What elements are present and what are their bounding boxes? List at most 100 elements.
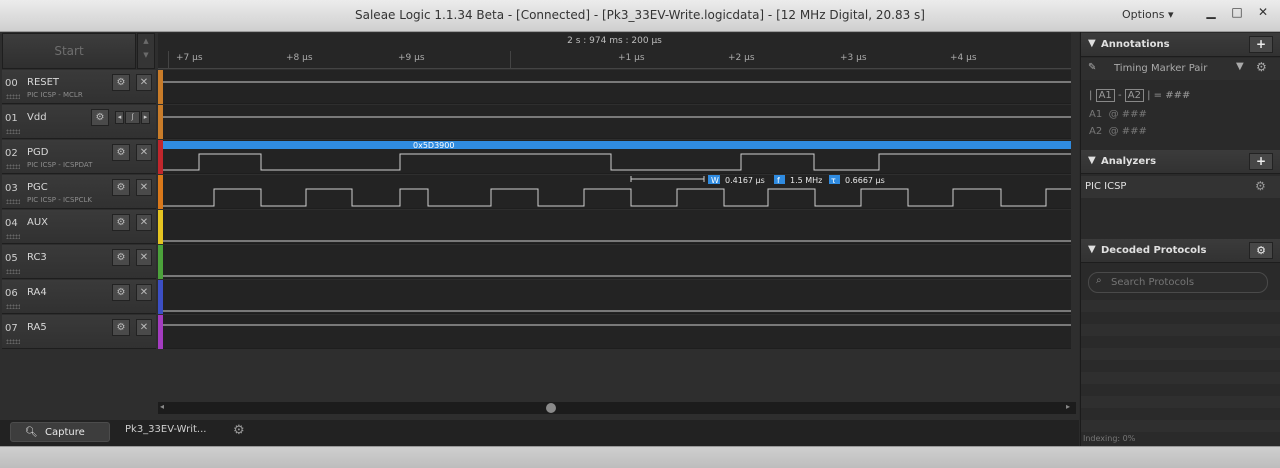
timeline-ruler[interactable]: 2 s : 974 ms : 200 μs +7 μs +8 μs +9 μs … — [158, 33, 1071, 69]
formula-value: = ### — [1153, 90, 1191, 101]
channel-row[interactable]: 06 RA4 ⚙ ✕ — [2, 280, 156, 314]
tick-label: +4 μs — [950, 53, 977, 63]
start-scroll[interactable]: ▲ ▼ — [137, 33, 155, 69]
a1-row: A1 @ ### — [1089, 109, 1147, 120]
channel-number: 00 — [5, 78, 18, 89]
analyzer-item[interactable]: PIC ICSP ⚙ — [1081, 176, 1280, 198]
analyzers-title: Analyzers — [1101, 156, 1157, 167]
decoded-protocols-title: Decoded Protocols — [1101, 245, 1207, 256]
options-menu[interactable]: Options ▾ — [1122, 8, 1173, 21]
scroll-left-icon[interactable]: ◂ — [160, 402, 164, 411]
waveform-row[interactable] — [163, 315, 1071, 349]
add-annotation-button[interactable]: + — [1249, 36, 1273, 53]
gear-icon[interactable]: ⚙ — [112, 319, 130, 336]
waveform-row[interactable] — [163, 280, 1071, 314]
waveform-row[interactable] — [163, 70, 1071, 104]
close-icon[interactable]: ✕ — [136, 284, 152, 301]
waveform-row[interactable] — [163, 245, 1071, 279]
gear-icon[interactable]: ⚙ — [233, 423, 245, 438]
collapse-icon[interactable]: ▼ — [1088, 38, 1096, 49]
drag-handle-icon[interactable] — [6, 199, 20, 204]
gear-icon[interactable]: ⚙ — [112, 144, 130, 161]
waveform-row[interactable] — [163, 210, 1071, 244]
tab-capture[interactable]: 🔍︎ Capture — [10, 422, 110, 442]
scroll-thumb[interactable] — [546, 403, 556, 413]
drag-handle-icon[interactable] — [6, 129, 20, 134]
drag-handle-icon[interactable] — [6, 304, 20, 309]
tab-file[interactable]: Pk3_33EV-Writ... — [125, 424, 206, 435]
maximize-icon[interactable]: □ — [1226, 3, 1248, 23]
collapse-icon[interactable]: ▼ — [1088, 244, 1096, 255]
pin-icon[interactable]: ✎ — [1088, 62, 1096, 73]
minimize-icon[interactable]: ▁ — [1200, 3, 1222, 23]
trigger-right-icon[interactable]: ▸ — [141, 111, 150, 124]
decoded-protocols-header[interactable]: ▼ Decoded Protocols ⚙ — [1081, 239, 1280, 263]
channel-row[interactable]: 07 RA5 ⚙ ✕ — [2, 315, 156, 349]
start-button[interactable]: Start — [2, 33, 136, 69]
channel-row[interactable]: 04 AUX ⚙ ✕ — [2, 210, 156, 244]
collapse-icon[interactable]: ▼ — [1088, 155, 1096, 166]
tick-label: +1 μs — [618, 53, 645, 63]
analyzers-header[interactable]: ▼ Analyzers + — [1081, 150, 1280, 174]
a1-label: A1 — [1089, 109, 1103, 120]
drag-handle-icon[interactable] — [6, 234, 20, 239]
annotations-header[interactable]: ▼ Annotations + — [1081, 33, 1280, 57]
channel-name[interactable]: PGD — [27, 147, 48, 158]
gear-icon[interactable]: ⚙ — [1249, 242, 1273, 259]
channel-row[interactable]: 01 Vdd ⚙ ◂ ʃ ▸ — [2, 105, 156, 139]
period-value: 0.6667 μs — [845, 176, 885, 185]
close-icon[interactable]: ✕ — [136, 319, 152, 336]
decoded-protocols-list[interactable] — [1081, 300, 1280, 440]
gear-icon[interactable]: ⚙ — [1256, 60, 1267, 74]
close-icon[interactable]: ✕ — [136, 214, 152, 231]
channel-name[interactable]: RA5 — [27, 322, 47, 333]
channel-row[interactable]: 03 PGC PIC ICSP - ICSPCLK ⚙ ✕ — [2, 175, 156, 209]
timing-marker-row[interactable]: ✎ Timing Marker Pair ▼ ⚙ — [1081, 58, 1280, 80]
waveform-vdd — [163, 116, 1071, 118]
channel-name[interactable]: RC3 — [27, 252, 47, 263]
drag-handle-icon[interactable] — [6, 164, 20, 169]
search-protocols-input[interactable] — [1111, 275, 1261, 290]
channel-row[interactable]: 00 RESET PIC ICSP - MCLR ⚙ ✕ — [2, 70, 156, 104]
close-icon[interactable]: ✕ — [136, 74, 152, 91]
annotations-title: Annotations — [1101, 39, 1170, 50]
gear-icon[interactable]: ⚙ — [112, 74, 130, 91]
add-analyzer-button[interactable]: + — [1249, 153, 1273, 170]
close-icon[interactable]: ✕ — [136, 144, 152, 161]
channel-list: 00 RESET PIC ICSP - MCLR ⚙ ✕ 01 Vdd ⚙ ◂ … — [0, 70, 157, 350]
gear-icon[interactable]: ⚙ — [112, 284, 130, 301]
channel-number: 02 — [5, 148, 18, 159]
trigger-edge-icon[interactable]: ʃ — [125, 111, 140, 124]
drag-handle-icon[interactable] — [6, 269, 20, 274]
channel-name[interactable]: RA4 — [27, 287, 47, 298]
channel-number: 05 — [5, 253, 18, 264]
tick-line — [510, 51, 511, 69]
gear-icon[interactable]: ⚙ — [91, 109, 109, 126]
channel-name[interactable]: RESET — [27, 77, 59, 88]
gear-icon[interactable]: ⚙ — [1255, 179, 1266, 193]
search-protocols[interactable]: ⌕ — [1088, 272, 1268, 293]
dropdown-icon[interactable]: ▼ — [1236, 61, 1244, 72]
channel-row[interactable]: 05 RC3 ⚙ ✕ — [2, 245, 156, 279]
channel-name[interactable]: AUX — [27, 217, 48, 228]
waveform-row[interactable] — [163, 105, 1071, 139]
drag-handle-icon[interactable] — [6, 339, 20, 344]
close-icon[interactable]: ✕ — [1252, 3, 1274, 23]
gear-icon[interactable]: ⚙ — [112, 179, 130, 196]
drag-handle-icon[interactable] — [6, 94, 20, 99]
scroll-right-icon[interactable]: ▸ — [1066, 402, 1070, 411]
gear-icon[interactable]: ⚙ — [112, 249, 130, 266]
waveform-row[interactable]: 0x5D3900 — [163, 140, 1071, 174]
trigger-left-icon[interactable]: ◂ — [115, 111, 124, 124]
waveform-area[interactable]: 0x5D3900 W 0.4167 μs f 1.5 MHz τ 0.6667 … — [163, 70, 1071, 350]
close-icon[interactable]: ✕ — [136, 179, 152, 196]
channel-number: 03 — [5, 183, 18, 194]
channel-row[interactable]: 02 PGD PIC ICSP - ICSPDAT ⚙ ✕ — [2, 140, 156, 174]
channel-name[interactable]: Vdd — [27, 112, 47, 123]
waveform-row[interactable]: W 0.4167 μs f 1.5 MHz τ 0.6667 μs — [163, 175, 1071, 209]
horizontal-scrollbar[interactable]: ◂ ▸ — [158, 402, 1076, 414]
close-icon[interactable]: ✕ — [136, 249, 152, 266]
channel-name[interactable]: PGC — [27, 182, 48, 193]
gear-icon[interactable]: ⚙ — [112, 214, 130, 231]
decode-bar[interactable] — [163, 141, 1071, 149]
